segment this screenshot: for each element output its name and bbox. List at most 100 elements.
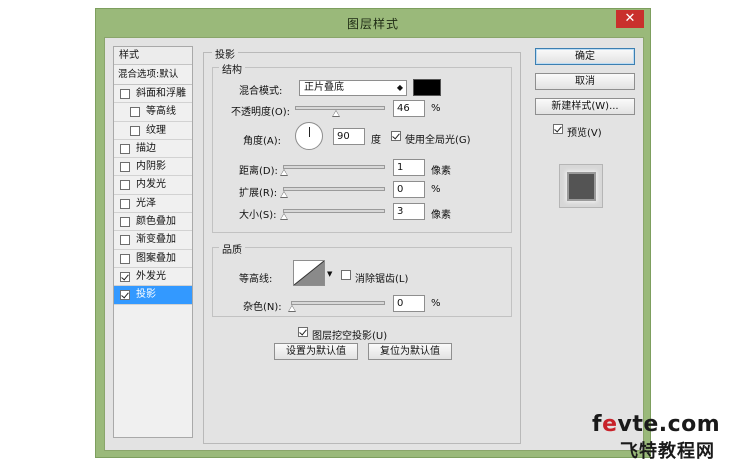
angle-dial[interactable] — [295, 122, 323, 150]
style-item-checkbox[interactable] — [120, 290, 130, 301]
preview-checkbox[interactable] — [553, 124, 563, 134]
noise-input[interactable]: 0 — [393, 295, 425, 312]
preview-label[interactable]: 预览(V) — [567, 124, 602, 139]
style-item-label: 内发光 — [136, 179, 166, 191]
quality-title: 品质 — [219, 241, 245, 256]
style-preview-square — [569, 174, 594, 199]
spread-slider[interactable] — [280, 187, 385, 198]
opacity-slider[interactable] — [295, 106, 385, 117]
angle-input[interactable]: 90 — [333, 128, 365, 145]
style-item-checkbox[interactable] — [120, 162, 130, 173]
spread-label: 扩展(R): — [239, 188, 278, 199]
style-item[interactable]: 纹理 — [114, 122, 192, 140]
style-item-label: 外发光 — [136, 270, 166, 282]
style-item-checkbox[interactable] — [120, 217, 130, 228]
watermark-logo-text: fevte.com — [592, 412, 721, 437]
style-item-label: 光泽 — [136, 197, 156, 209]
knockout-shadow-checkbox[interactable] — [298, 327, 308, 337]
contour-label: 等高线: — [239, 274, 273, 285]
style-item-checkbox[interactable] — [120, 198, 130, 209]
style-items: 斜面和浮雕等高线纹理描边内阴影内发光光泽颜色叠加渐变叠加图案叠加外发光投影 — [114, 85, 192, 305]
title-bar[interactable]: 图层样式 ✕ — [96, 9, 650, 35]
style-item-checkbox[interactable] — [120, 253, 130, 264]
style-item[interactable]: 内阴影 — [114, 158, 192, 177]
new-style-button[interactable]: 新建样式(W)... — [535, 98, 635, 115]
opacity-slider-thumb[interactable] — [332, 110, 341, 117]
noise-label: 杂色(N): — [243, 302, 282, 313]
style-item-checkbox[interactable] — [120, 89, 130, 99]
style-preview-box — [559, 164, 603, 208]
size-label: 大小(S): — [239, 210, 277, 221]
size-slider[interactable] — [280, 209, 385, 220]
style-item-label: 投影 — [136, 289, 156, 301]
size-input[interactable]: 3 — [393, 203, 425, 220]
quality-group: 品质 等高线: ▼ 消除锯齿(L) 杂色(N): 0 % — [212, 241, 512, 317]
style-item[interactable]: 投影 — [114, 286, 192, 305]
shadow-color-swatch[interactable] — [413, 79, 441, 96]
distance-slider-thumb[interactable] — [280, 169, 288, 176]
ok-button[interactable]: 确定 — [535, 48, 635, 65]
style-item-label: 颜色叠加 — [136, 216, 176, 228]
dialog-title: 图层样式 — [346, 17, 399, 31]
angle-unit: 度 — [371, 135, 381, 146]
style-item-checkbox[interactable] — [120, 271, 130, 282]
watermark-site-name: 飞特教程网 — [620, 441, 715, 462]
styles-header[interactable]: 样式 — [114, 47, 192, 65]
noise-slider-thumb[interactable] — [288, 305, 296, 312]
contour-dropdown-arrow-icon[interactable]: ▼ — [327, 270, 332, 278]
noise-unit: % — [431, 298, 441, 309]
style-item-checkbox[interactable] — [120, 143, 130, 154]
contour-linear-icon — [294, 261, 324, 285]
size-slider-thumb[interactable] — [280, 213, 288, 220]
reset-default-button[interactable]: 复位为默认值 — [368, 343, 452, 360]
blend-mode-label: 混合模式: — [239, 86, 283, 97]
distance-unit: 像素 — [431, 166, 451, 177]
use-global-light-label[interactable]: 使用全局光(G) — [405, 131, 471, 146]
knockout-shadow-label[interactable]: 图层挖空投影(U) — [312, 327, 387, 342]
drop-shadow-group-title: 投影 — [212, 46, 238, 61]
opacity-input[interactable]: 46 — [393, 100, 425, 117]
style-item-checkbox[interactable] — [130, 125, 140, 136]
style-item-label: 内阴影 — [136, 161, 166, 173]
drop-shadow-group: 投影 结构 混合模式: 正片叠底 ◆ 不透明度(O): 46 % 角度(A): … — [203, 46, 521, 444]
make-default-button[interactable]: 设置为默认值 — [274, 343, 358, 360]
opacity-unit: % — [431, 103, 441, 114]
size-unit: 像素 — [431, 210, 451, 221]
style-item[interactable]: 等高线 — [114, 103, 192, 122]
structure-title: 结构 — [219, 61, 245, 76]
blend-mode-value: 正片叠底 — [304, 82, 344, 93]
distance-label: 距离(D): — [239, 166, 278, 177]
style-item[interactable]: 内发光 — [114, 176, 192, 195]
style-item-checkbox[interactable] — [120, 180, 130, 191]
close-button[interactable]: ✕ — [616, 10, 644, 28]
style-item-label: 渐变叠加 — [136, 234, 176, 246]
style-item[interactable]: 图案叠加 — [114, 250, 192, 268]
angle-label: 角度(A): — [243, 136, 282, 147]
styles-list: 样式 混合选项:默认 斜面和浮雕等高线纹理描边内阴影内发光光泽颜色叠加渐变叠加图… — [113, 46, 193, 438]
style-item[interactable]: 外发光 — [114, 268, 192, 287]
blend-mode-select[interactable]: 正片叠底 ◆ — [299, 80, 407, 96]
style-item-label: 描边 — [136, 142, 156, 154]
style-item-checkbox[interactable] — [120, 235, 130, 246]
spread-unit: % — [431, 184, 441, 195]
layer-style-dialog: 图层样式 ✕ 样式 混合选项:默认 斜面和浮雕等高线纹理描边内阴影内发光光泽颜色… — [95, 8, 651, 458]
style-item[interactable]: 描边 — [114, 140, 192, 159]
style-item[interactable]: 渐变叠加 — [114, 231, 192, 250]
style-item-label: 等高线 — [146, 106, 176, 118]
use-global-light-checkbox[interactable] — [391, 131, 401, 141]
opacity-label: 不透明度(O): — [231, 107, 291, 118]
anti-alias-label[interactable]: 消除锯齿(L) — [355, 270, 408, 285]
spread-slider-thumb[interactable] — [280, 191, 288, 198]
style-item-checkbox[interactable] — [130, 107, 140, 118]
noise-slider[interactable] — [288, 301, 385, 312]
style-item[interactable]: 斜面和浮雕 — [114, 85, 192, 104]
anti-alias-checkbox[interactable] — [341, 270, 351, 280]
contour-picker[interactable] — [293, 260, 325, 286]
style-item[interactable]: 光泽 — [114, 195, 192, 214]
cancel-button[interactable]: 取消 — [535, 73, 635, 90]
distance-slider[interactable] — [280, 165, 385, 176]
distance-input[interactable]: 1 — [393, 159, 425, 176]
style-item[interactable]: 颜色叠加 — [114, 213, 192, 232]
spread-input[interactable]: 0 — [393, 181, 425, 198]
blending-options-item[interactable]: 混合选项:默认 — [114, 65, 192, 85]
